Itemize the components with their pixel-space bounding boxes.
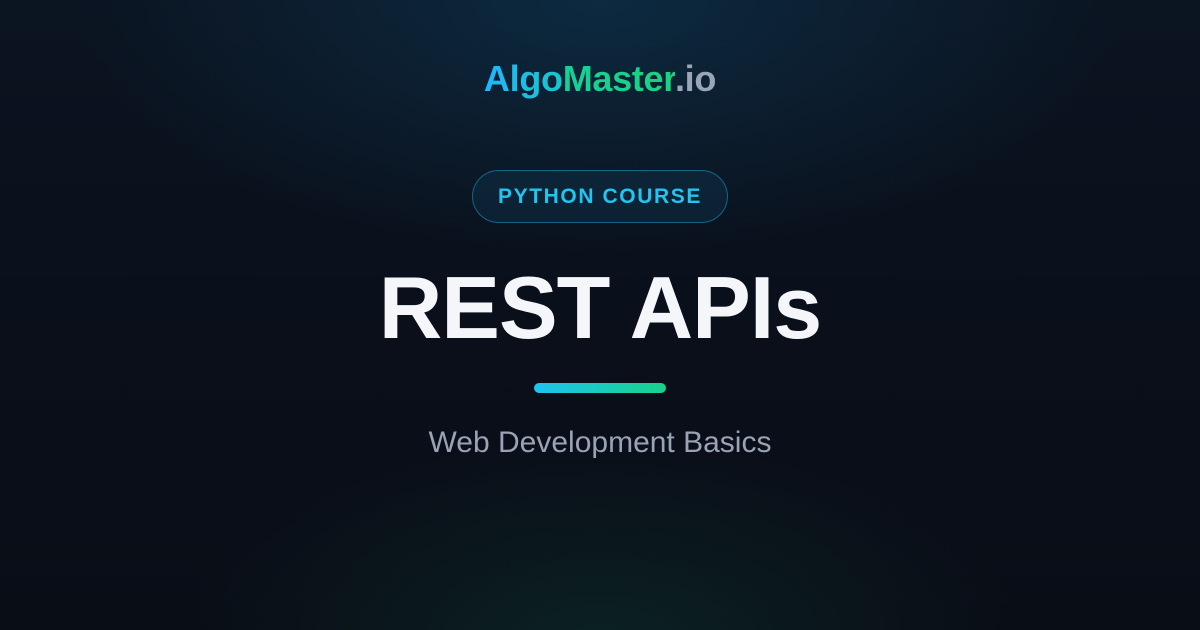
accent-divider <box>534 383 666 393</box>
social-card: AlgoMaster.io PYTHON COURSE REST APIs We… <box>0 0 1200 630</box>
brand-logo: AlgoMaster.io <box>0 55 1200 103</box>
logo-word-algo: Algo <box>483 58 563 99</box>
logo-suffix: .io <box>674 58 717 99</box>
page-title: REST APIs <box>378 258 823 357</box>
logo-word-master: Master <box>562 58 676 99</box>
page-subtitle: Web Development Basics <box>428 426 772 459</box>
badge-container: PYTHON COURSE <box>0 170 1200 223</box>
course-badge: PYTHON COURSE <box>472 170 728 223</box>
